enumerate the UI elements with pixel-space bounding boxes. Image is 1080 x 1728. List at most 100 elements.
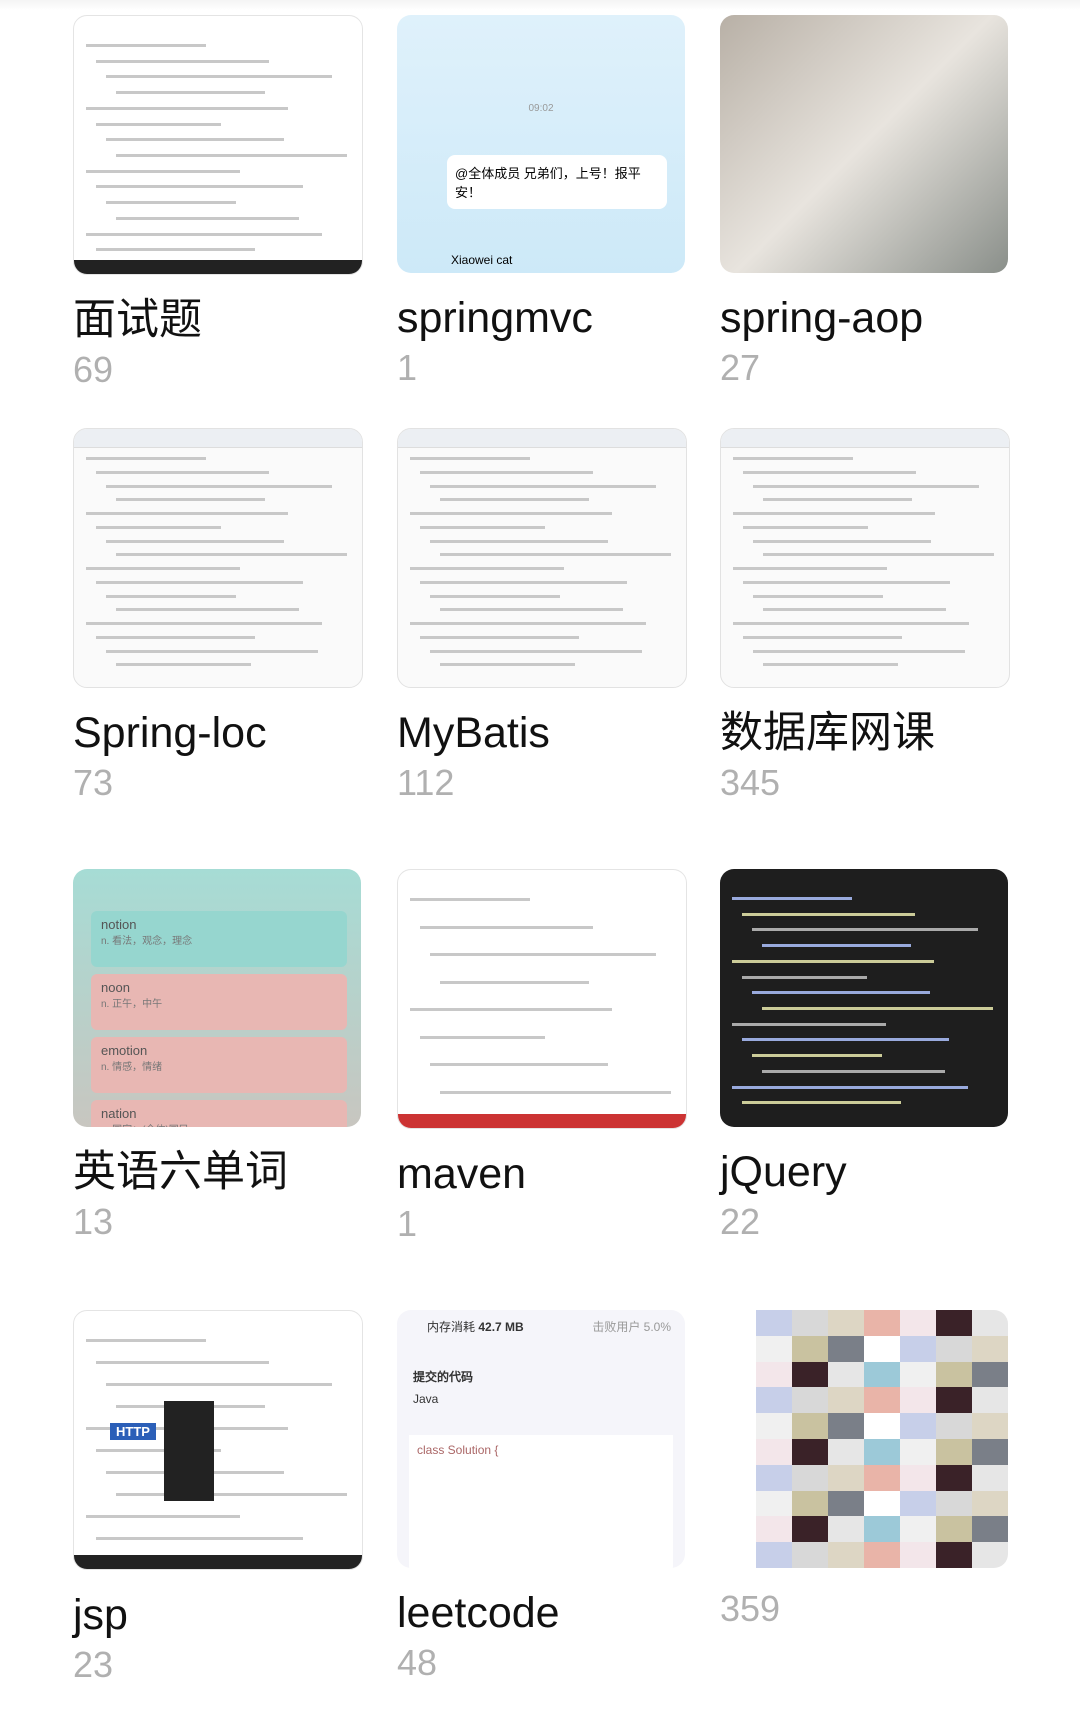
beat-label: 击败用户 5.0% xyxy=(592,1320,671,1334)
text-line xyxy=(430,594,560,598)
text-line xyxy=(743,470,916,474)
blur-tile xyxy=(828,1542,864,1568)
text-line xyxy=(733,622,969,625)
vocab-word: noon xyxy=(101,980,130,995)
album-thumbnail[interactable] xyxy=(73,428,363,688)
blur-tile xyxy=(792,1516,828,1543)
blur-tile xyxy=(900,1361,936,1388)
album-thumbnail[interactable]: @全体成员 兄弟们，上号！报平安！ 09:02 Xiaowei cat xyxy=(397,15,685,273)
album-thumbnail[interactable]: notion n. 看法，观念，理念 noon n. 正午，中午 emotion n. 情… xyxy=(73,869,361,1127)
text-line xyxy=(753,594,883,598)
blur-tile xyxy=(792,1490,828,1517)
blur-tile xyxy=(828,1361,864,1388)
text-line xyxy=(752,1054,882,1058)
text-line xyxy=(763,498,912,502)
blur-tile xyxy=(756,1542,792,1568)
album-item[interactable]: @全体成员 兄弟们，上号！报平安！ 09:02 Xiaowei cat spring… xyxy=(397,15,685,389)
blur-tile xyxy=(972,1542,1008,1568)
album-item[interactable]: notion n. 看法，观念，理念 noon n. 正午，中午 emotion n. 情… xyxy=(73,869,361,1243)
album-item[interactable]: Spring-loc 73 xyxy=(73,428,363,804)
blur-tile xyxy=(756,1361,792,1388)
text-line xyxy=(430,1063,608,1066)
album-thumbnail[interactable] xyxy=(720,428,1010,688)
blur-tile xyxy=(936,1361,972,1388)
text-line xyxy=(732,1022,886,1026)
album-thumbnail[interactable] xyxy=(397,869,687,1129)
blur-tile xyxy=(756,1438,792,1465)
album-count: 345 xyxy=(720,762,781,803)
album-thumbnail[interactable] xyxy=(397,428,687,688)
album-thumbnail[interactable] xyxy=(720,869,1008,1127)
text-line xyxy=(733,512,935,515)
text-line xyxy=(96,580,303,584)
blur-tile xyxy=(720,1387,756,1414)
blur-tile xyxy=(864,1335,900,1362)
text-line xyxy=(732,1085,968,1089)
blur-tile xyxy=(900,1464,936,1491)
album-thumbnail[interactable] xyxy=(720,1310,1008,1568)
blur-tile xyxy=(828,1464,864,1491)
album-count: 13 xyxy=(73,1201,114,1242)
album-thumbnail[interactable]: 内存消耗 42.7 MB 击败用户 5.0% 提交的代码 Java class Solu… xyxy=(397,1310,685,1568)
album-item[interactable]: 数据库网课 345 xyxy=(720,428,1010,804)
album-item[interactable]: 内存消耗 42.7 MB 击败用户 5.0% 提交的代码 Java class Solu… xyxy=(397,1310,685,1684)
text-line xyxy=(420,1035,545,1039)
text-line xyxy=(410,567,564,570)
lang-label: Java xyxy=(413,1392,439,1406)
text-line xyxy=(96,59,269,63)
text-line xyxy=(86,169,240,173)
text-line xyxy=(753,539,931,543)
text-line xyxy=(732,959,934,963)
blur-tile xyxy=(972,1310,1008,1336)
album-thumbnail[interactable] xyxy=(73,15,363,275)
text-line xyxy=(410,622,646,625)
text-line xyxy=(116,1493,347,1496)
text-line xyxy=(96,525,221,529)
album-count: 1 xyxy=(397,347,418,388)
text-line xyxy=(752,991,930,995)
album-item[interactable]: spring-aop 27 xyxy=(720,15,1008,389)
blur-tile xyxy=(792,1361,828,1388)
blur-tile xyxy=(936,1490,972,1517)
blur-tile xyxy=(936,1516,972,1543)
vocab-meaning: n. 看法，观念，理念 xyxy=(101,936,193,947)
blur-tile xyxy=(828,1387,864,1414)
blur-tile xyxy=(864,1542,900,1568)
blur-tile xyxy=(936,1542,972,1568)
text-line xyxy=(96,248,255,252)
blur-tile xyxy=(828,1516,864,1543)
ide-toolbar xyxy=(721,429,1009,448)
blur-tile xyxy=(828,1438,864,1465)
album-count: 23 xyxy=(73,1644,114,1685)
text-line xyxy=(106,138,284,142)
album-thumbnail[interactable]: HTTP xyxy=(73,1310,363,1570)
blur-tile xyxy=(828,1310,864,1336)
submitted-label: 提交的代码 xyxy=(413,1370,474,1384)
timestamp-bar xyxy=(74,1555,362,1569)
text-line xyxy=(410,457,530,460)
chat-bubble: @全体成员 兄弟们，上号！报平安！ xyxy=(447,155,667,209)
chat-time: 09:02 xyxy=(528,103,554,114)
album-count: 27 xyxy=(720,347,761,388)
album-item[interactable]: 面试题 69 xyxy=(73,15,363,391)
text-line xyxy=(86,457,206,460)
album-title: 数据库网课 xyxy=(720,709,935,757)
blur-tile xyxy=(828,1335,864,1362)
top-edge xyxy=(0,0,1080,10)
album-item[interactable]: HTTP jsp 23 xyxy=(73,1310,363,1686)
album-title: jQuery xyxy=(720,1148,847,1196)
album-item[interactable]: maven 1 xyxy=(397,869,687,1245)
album-item[interactable]: 359 xyxy=(720,1310,1008,1630)
blur-tile xyxy=(756,1387,792,1414)
text-line xyxy=(763,553,994,557)
album-count: 1 xyxy=(397,1203,418,1244)
album-thumbnail[interactable] xyxy=(720,15,1008,273)
blur-tile xyxy=(972,1335,1008,1362)
blur-tile xyxy=(936,1438,972,1465)
text-line xyxy=(116,91,265,95)
blur-tile xyxy=(720,1310,756,1336)
album-item[interactable]: jQuery 22 xyxy=(720,869,1008,1243)
album-item[interactable]: MyBatis 112 xyxy=(397,428,687,804)
blur-tile xyxy=(900,1490,936,1517)
text-line xyxy=(86,44,206,47)
